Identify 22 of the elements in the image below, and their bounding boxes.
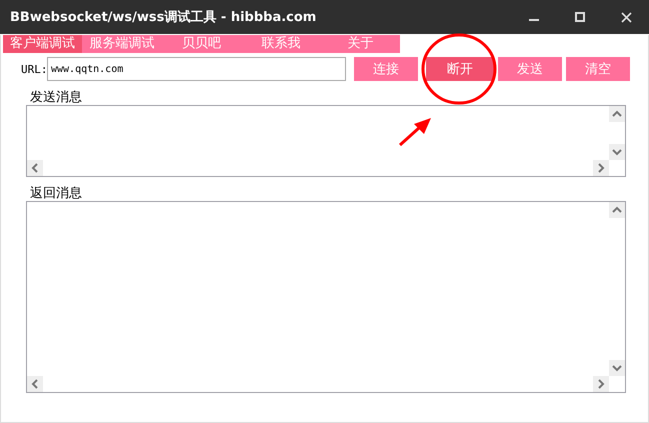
action-button[interactable]: 连接: [354, 57, 418, 81]
maximize-icon[interactable]: [575, 12, 585, 22]
action-button[interactable]: 断开: [426, 57, 494, 81]
action-button[interactable]: 清空: [566, 57, 630, 81]
scroll-down-icon[interactable]: [609, 144, 625, 160]
window-title: BBwebsocket/ws/wss调试工具 - hibbba.com: [10, 9, 318, 26]
message-area[interactable]: [26, 105, 626, 177]
scroll-left-icon[interactable]: [27, 160, 43, 176]
scroll-right-icon[interactable]: [593, 160, 609, 176]
scroll-down-icon[interactable]: [609, 360, 625, 376]
action-button[interactable]: 发送: [498, 57, 562, 81]
url-field[interactable]: www.qqtn.com: [47, 57, 346, 81]
scroll-right-icon[interactable]: [593, 376, 609, 392]
url-label: URL:: [21, 62, 47, 76]
scroll-up-icon[interactable]: [609, 106, 625, 122]
scroll-up-icon[interactable]: [609, 202, 625, 218]
panel-label: 发送消息: [30, 90, 83, 105]
pointer-arrow: [399, 118, 431, 146]
tab[interactable]: 客户端调试: [3, 35, 82, 53]
close-icon[interactable]: [620, 12, 632, 22]
panel-label: 返回消息: [30, 186, 83, 201]
scroll-left-icon[interactable]: [27, 376, 43, 392]
